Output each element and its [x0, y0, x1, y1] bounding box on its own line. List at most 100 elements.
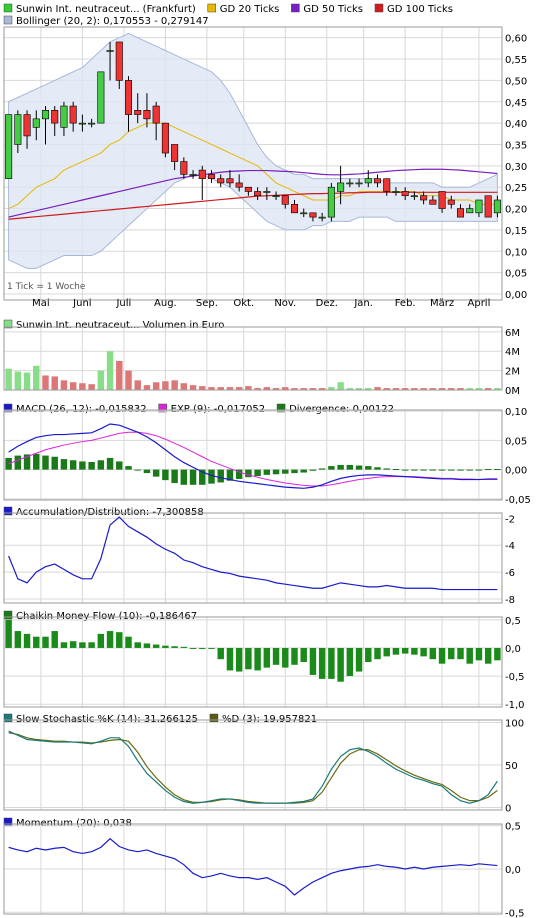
volume-bar: [180, 383, 188, 390]
cmf-bar: [245, 647, 252, 670]
cmf-bar: [365, 647, 372, 662]
volume-bar: [152, 382, 160, 390]
candle-body: [88, 122, 96, 125]
divergence-bar: [429, 469, 437, 471]
volume-bar: [162, 381, 169, 390]
candle-body: [263, 191, 271, 193]
y-tick-label: -8: [505, 595, 515, 606]
candle-body: [383, 178, 391, 192]
volume-bar: [106, 351, 114, 390]
volume-bar: [189, 385, 197, 390]
legend-swatch: [3, 817, 13, 827]
divergence-bar: [162, 469, 169, 481]
cmf-bar: [318, 647, 326, 679]
y-tick-label: 0,40: [505, 119, 527, 130]
candle-body: [337, 182, 345, 192]
cmf-bar: [401, 647, 409, 654]
y-tick-label: 0,00: [505, 466, 527, 477]
candle-body: [198, 169, 206, 179]
y-tick-label: 0,10: [505, 247, 527, 258]
y-tick-label: -0,05: [505, 495, 531, 506]
divergence-bar: [51, 456, 58, 470]
divergence-bar: [116, 461, 123, 470]
candle-body: [69, 105, 77, 124]
divergence-bar: [69, 460, 77, 470]
y-tick-label: 0: [505, 803, 511, 814]
candle-body: [254, 191, 262, 197]
legend-swatch: [374, 3, 384, 13]
candle-body: [281, 195, 289, 205]
cmf-bar: [143, 643, 151, 648]
cmf-bar: [106, 631, 114, 648]
cmf-bar: [134, 642, 141, 648]
y-tick-label: 0,05: [505, 269, 527, 280]
divergence-bar: [152, 469, 160, 477]
divergence-bar: [411, 469, 418, 471]
x-tick-label: Sep.: [196, 298, 218, 309]
stock-chart: Sunwin Int. neutraceut... (Frankfurt) GD …: [3, 3, 531, 918]
cmf-bar: [79, 642, 86, 648]
divergence-bar: [346, 464, 354, 470]
divergence-bar: [282, 469, 289, 474]
volume-bar: [143, 385, 151, 390]
cmf-bar: [217, 647, 224, 660]
legend-label: GD 50 Ticks: [303, 4, 363, 15]
cmf-bar: [14, 631, 22, 648]
cmf-bar: [282, 647, 289, 668]
cmf-bar: [97, 633, 105, 648]
volume-bar: [88, 384, 95, 390]
volume-bar: [116, 360, 123, 390]
legend-label: GD 100 Ticks: [387, 4, 453, 15]
y-tick-label: 4M: [505, 347, 520, 358]
y-tick-label: -2: [505, 514, 515, 525]
volume-bar: [51, 376, 58, 390]
cmf-bar: [226, 647, 234, 671]
divergence-bar: [420, 469, 427, 471]
cmf-bar: [33, 636, 40, 648]
cmf-bar: [263, 647, 271, 668]
y-tick-label: -0,5: [505, 672, 525, 683]
divergence-bar: [484, 469, 492, 471]
candle-body: [134, 110, 142, 115]
cmf-bar: [272, 647, 280, 665]
divergence-bar: [355, 465, 363, 470]
cmf-bar: [116, 632, 123, 648]
candle-body: [41, 110, 50, 120]
cmf-bar: [300, 647, 307, 662]
volume-bar: [5, 368, 12, 390]
y-tick-label: 0,55: [505, 55, 527, 66]
candle-body: [32, 118, 40, 128]
candle-body: [226, 178, 234, 184]
candle-body: [392, 191, 400, 193]
divergence-bar: [143, 469, 151, 474]
candle-body: [60, 105, 68, 128]
cmf-bar: [152, 644, 160, 648]
y-tick-label: 0,35: [505, 140, 527, 151]
x-tick-label: Mai: [32, 298, 50, 309]
cmf-bar: [180, 646, 188, 648]
y-tick-label: 50: [505, 761, 518, 772]
candle-body: [78, 122, 86, 125]
divergence-bar: [125, 466, 132, 470]
candle-body: [189, 174, 197, 176]
divergence-bar: [438, 469, 446, 471]
y-tick-label: 0,20: [505, 205, 527, 216]
cmf-bar: [23, 633, 31, 648]
divergence-bar: [392, 469, 400, 471]
volume-bar: [171, 380, 178, 390]
candle-body: [14, 114, 22, 145]
candle-body: [272, 195, 280, 198]
divergence-bar: [14, 455, 22, 470]
cmf-bar: [383, 647, 390, 657]
candle-body: [171, 144, 179, 162]
x-tick-label: Aug.: [154, 298, 177, 309]
legend-label: Sunwin Int. neutraceut... Volumen in Eur…: [16, 320, 224, 331]
x-tick-label: Okt.: [233, 298, 254, 309]
x-tick-label: Feb.: [395, 298, 416, 309]
divergence-bar: [180, 469, 188, 485]
candle-body: [97, 71, 105, 124]
divergence-bar: [60, 459, 68, 470]
candle-body: [290, 203, 299, 214]
cmf-bar: [484, 647, 492, 664]
cmf-bar: [346, 647, 354, 677]
